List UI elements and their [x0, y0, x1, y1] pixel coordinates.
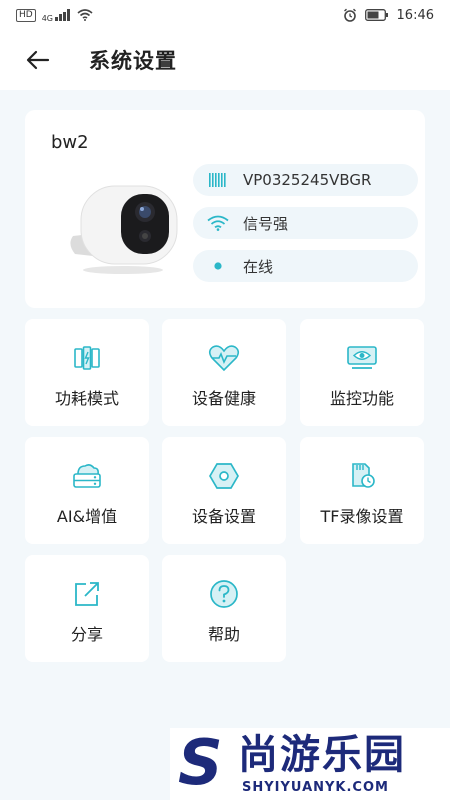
tile-label: 监控功能: [329, 389, 394, 408]
tile-label: 帮助: [207, 625, 240, 644]
watermark-text-en: SHYIYUANYK.COM: [242, 780, 389, 795]
tile-label: 功耗模式: [54, 389, 119, 408]
serial-number: VP0325245VBGR: [243, 171, 372, 189]
page-title: 系统设置: [89, 49, 177, 73]
tile-label: AI&增值: [56, 507, 118, 526]
tile-label: TF录像设置: [320, 507, 404, 526]
battery-mode-icon: [74, 346, 100, 370]
share-icon: [75, 582, 99, 606]
clock-time: 16:46: [396, 7, 434, 23]
device-name: bw2: [51, 132, 89, 153]
battery-icon: [364, 9, 388, 21]
app-header: 系统设置: [0, 30, 450, 90]
watermark-logo: S 尚游乐园 SHYIYUANYK.COM: [170, 728, 450, 800]
status-bar: HD 4G 16:46: [0, 0, 450, 30]
barcode-icon: [209, 173, 226, 187]
signal-icon: [55, 9, 70, 21]
tile-tf-recording[interactable]: TF录像设置: [300, 437, 424, 544]
hex-settings-icon: [209, 463, 239, 489]
tile-device-settings[interactable]: 设备设置: [162, 437, 286, 544]
sd-card-icon: [352, 463, 375, 488]
tile-device-health[interactable]: 设备健康: [162, 319, 286, 426]
tile-help[interactable]: 帮助: [162, 555, 286, 662]
alarm-icon: [343, 8, 356, 22]
wifi-signal-icon: [207, 215, 229, 231]
online-status-pill: 在线: [193, 250, 418, 282]
tile-monitoring[interactable]: 监控功能: [300, 319, 424, 426]
signal-strength: 信号强: [243, 214, 289, 233]
tile-label: 分享: [70, 625, 103, 644]
hd-badge: HD: [16, 8, 36, 22]
watermark-letter: S: [178, 726, 223, 799]
online-dot-icon: [214, 262, 222, 270]
help-icon: [210, 580, 238, 608]
heart-pulse-icon: [208, 345, 240, 372]
signal-pill: 信号强: [193, 207, 418, 239]
tile-power-mode[interactable]: 功耗模式: [25, 319, 149, 426]
online-status: 在线: [243, 257, 274, 276]
serial-pill: VP0325245VBGR: [193, 164, 418, 196]
monitor-eye-icon: [347, 346, 377, 369]
network-type: 4G: [41, 13, 53, 23]
camera-image: [70, 185, 178, 274]
wifi-status-icon: [77, 9, 93, 21]
watermark-text-cn: 尚游乐园: [238, 732, 406, 778]
back-arrow-icon: [26, 50, 50, 70]
tile-label: 设备健康: [191, 389, 256, 408]
tile-ai-value-added[interactable]: AI&增值: [25, 437, 149, 544]
device-card: bw2 VP0325245VBGR 信号强 在线: [25, 110, 425, 308]
cloud-storage-icon: [73, 464, 101, 488]
tile-label: 设备设置: [191, 507, 256, 526]
back-button[interactable]: [18, 40, 58, 80]
tile-share[interactable]: 分享: [25, 555, 149, 662]
